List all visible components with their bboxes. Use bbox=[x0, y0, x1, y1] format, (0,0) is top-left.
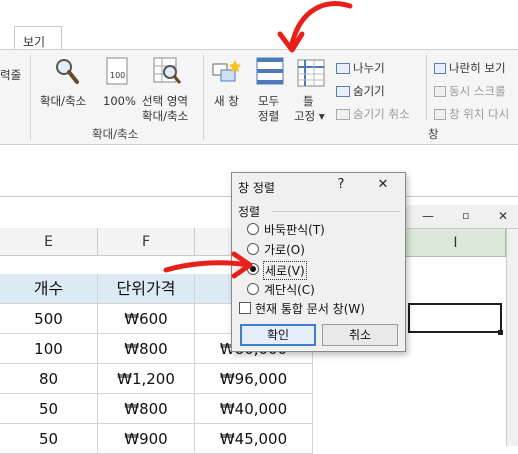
radio-tiled-label[interactable]: 바둑판식(T) bbox=[264, 221, 325, 238]
close-icon[interactable]: ✕ bbox=[498, 209, 508, 223]
arrange-all-icon[interactable] bbox=[255, 56, 285, 86]
column-header-e-label: E bbox=[44, 234, 53, 250]
unhide-icon bbox=[336, 108, 350, 120]
tab-view-label: 보기 bbox=[23, 35, 46, 49]
reset-position-label: 창 위치 다시 bbox=[449, 107, 510, 121]
column-header-g[interactable] bbox=[195, 228, 235, 256]
radio-horizontal-label[interactable]: 가로(O) bbox=[264, 241, 305, 258]
tab-view[interactable]: 보기 bbox=[14, 26, 62, 50]
inner-vertical-scrollbar[interactable] bbox=[506, 229, 518, 446]
column-header-e[interactable]: E bbox=[0, 228, 98, 256]
header-cell[interactable]: 단위가격 bbox=[98, 274, 195, 304]
sync-scroll-button[interactable]: 동시 스크롤 bbox=[434, 83, 506, 99]
table-cell[interactable]: ₩900 bbox=[98, 424, 195, 454]
zoom-icon[interactable] bbox=[52, 56, 82, 86]
restore-icon[interactable]: ▫ bbox=[462, 209, 469, 222]
radio-cascade-label[interactable]: 계단식(C) bbox=[264, 281, 315, 298]
reset-position-icon bbox=[434, 108, 446, 120]
inner-column-header-i[interactable]: I bbox=[406, 229, 506, 257]
group-separator bbox=[426, 54, 427, 120]
radio-horizontal[interactable] bbox=[247, 243, 259, 255]
minimize-icon[interactable]: — bbox=[422, 209, 434, 223]
window-group-label: 창 bbox=[428, 127, 439, 141]
split-icon bbox=[336, 62, 350, 74]
column-header-f-label: F bbox=[141, 234, 151, 250]
group-separator bbox=[203, 54, 204, 140]
arrange-windows-dialog: 창 정렬 ? ✕ 정렬 바둑판식(T) 가로(O) 세로(V) 계단식(C) 현… bbox=[231, 172, 406, 352]
zoom-100-icon[interactable]: 100 bbox=[103, 56, 133, 86]
group-separator bbox=[30, 54, 31, 140]
table-cell[interactable]: 500 bbox=[0, 304, 98, 334]
active-cell[interactable] bbox=[408, 303, 502, 333]
freeze-panes-label-2[interactable]: 고정 ▾ bbox=[294, 109, 325, 124]
freeze-panes-icon[interactable] bbox=[296, 58, 326, 88]
new-window-label[interactable]: 새 창 bbox=[214, 94, 239, 109]
inner-column-header-label: I bbox=[453, 235, 458, 251]
help-icon[interactable]: ? bbox=[331, 177, 351, 192]
split-label: 나누기 bbox=[353, 61, 385, 75]
checkbox-label[interactable]: 현재 통합 문서 창(W) bbox=[255, 300, 365, 317]
dialog-title: 창 정렬 bbox=[238, 181, 275, 195]
hide-icon bbox=[336, 85, 350, 97]
sync-scroll-label: 동시 스크롤 bbox=[449, 84, 506, 98]
hide-button[interactable]: 숨기기 bbox=[336, 83, 385, 99]
table-cell[interactable]: 100 bbox=[0, 334, 98, 364]
freeze-panes-label-1[interactable]: 틀 bbox=[303, 94, 314, 109]
column-header-f[interactable]: F bbox=[98, 228, 195, 256]
table-cell[interactable]: 80 bbox=[0, 364, 98, 394]
zoom-group-label: 확대/축소 bbox=[92, 127, 139, 141]
split-button[interactable]: 나누기 bbox=[336, 60, 385, 76]
hide-label: 숨기기 bbox=[353, 84, 385, 98]
sync-scroll-icon bbox=[434, 85, 446, 97]
zoom-selection-label-2[interactable]: 확대/축소 bbox=[142, 109, 188, 124]
zoom-100-label[interactable]: 100% bbox=[103, 94, 136, 109]
table-cell[interactable]: ₩40,000 bbox=[195, 394, 313, 424]
side-by-side-label: 나란히 보기 bbox=[449, 61, 506, 75]
svg-text:100: 100 bbox=[110, 71, 125, 80]
section-divider bbox=[272, 211, 400, 212]
unhide-button[interactable]: 숨기기 취소 bbox=[336, 106, 410, 122]
radio-cascade[interactable] bbox=[247, 283, 259, 295]
ribbon-tab-bar bbox=[0, 0, 518, 28]
arrange-all-label-2[interactable]: 정렬 bbox=[258, 109, 279, 124]
table-cell[interactable]: ₩800 bbox=[98, 394, 195, 424]
table-cell[interactable]: ₩1,200 bbox=[98, 364, 195, 394]
cancel-button[interactable]: 취소 bbox=[322, 324, 398, 346]
side-by-side-button[interactable]: 나란히 보기 bbox=[434, 60, 506, 76]
formula-bar-toggle-label[interactable]: 력줄 bbox=[0, 68, 21, 83]
unhide-label: 숨기기 취소 bbox=[353, 107, 410, 121]
header-cell[interactable]: 개수 bbox=[0, 274, 98, 304]
table-cell[interactable]: 50 bbox=[0, 394, 98, 424]
table-cell[interactable]: ₩45,000 bbox=[195, 424, 313, 454]
ribbon-body: 력줄 확대/축소 100 100% 선택 영역 확대/축소 확대/축소 새 창 … bbox=[0, 49, 518, 145]
side-by-side-icon bbox=[434, 62, 446, 74]
zoom-label[interactable]: 확대/축소 bbox=[40, 94, 86, 109]
table-cell[interactable]: ₩96,000 bbox=[195, 364, 313, 394]
zoom-selection-icon[interactable] bbox=[152, 56, 182, 86]
radio-tiled[interactable] bbox=[247, 223, 259, 235]
ok-button[interactable]: 확인 bbox=[240, 324, 316, 346]
radio-vertical-label[interactable]: 세로(V) bbox=[263, 261, 307, 280]
zoom-selection-label-1[interactable]: 선택 영역 bbox=[142, 94, 188, 109]
inner-window-titlebar: — ▫ ✕ bbox=[406, 205, 518, 229]
table-cell[interactable]: 50 bbox=[0, 424, 98, 454]
radio-vertical[interactable] bbox=[247, 263, 259, 275]
table-cell[interactable]: ₩600 bbox=[98, 304, 195, 334]
close-icon[interactable]: ✕ bbox=[373, 177, 393, 192]
reset-position-button[interactable]: 창 위치 다시 bbox=[434, 106, 509, 122]
windows-of-active-workbook-checkbox[interactable] bbox=[239, 302, 251, 314]
fill-handle[interactable] bbox=[498, 330, 503, 335]
table-cell[interactable]: ₩800 bbox=[98, 334, 195, 364]
arrange-all-label-1[interactable]: 모두 bbox=[258, 94, 279, 109]
new-window-icon[interactable] bbox=[211, 58, 241, 88]
arrange-section-label: 정렬 bbox=[238, 205, 261, 219]
inner-workbook-window: — ▫ ✕ I bbox=[406, 205, 518, 446]
